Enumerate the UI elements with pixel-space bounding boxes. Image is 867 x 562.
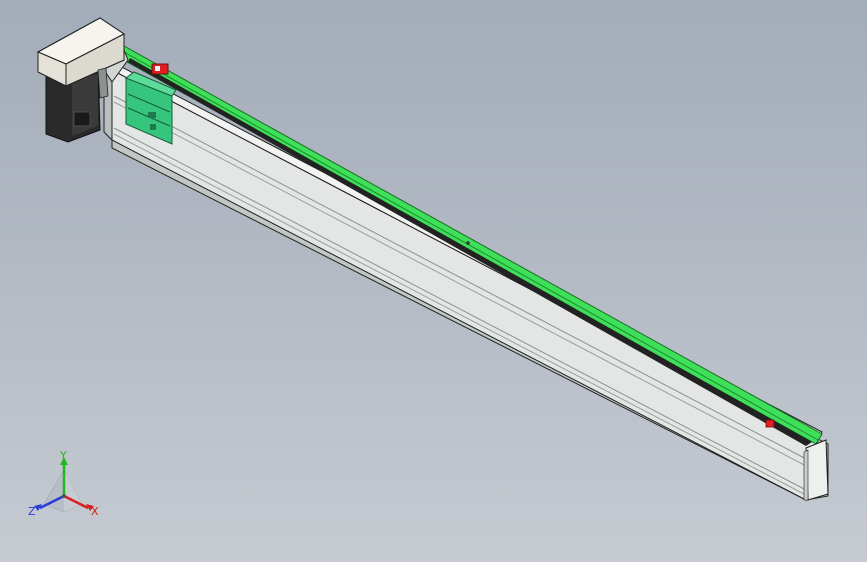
z-axis-label: Z	[28, 505, 36, 518]
coordinate-triad: Y X Z	[28, 449, 99, 518]
green-cover-strip[interactable]	[119, 45, 823, 446]
home-sensor[interactable]	[151, 63, 169, 75]
cad-viewport[interactable]: Y X Z	[0, 0, 867, 562]
linear-actuator-model[interactable]	[0, 0, 867, 562]
end-sensor[interactable]	[765, 419, 775, 428]
end-cap[interactable]	[803, 439, 829, 501]
x-axis-label: X	[91, 505, 99, 518]
y-axis-label: Y	[59, 449, 67, 462]
aluminum-profile[interactable]	[111, 61, 829, 501]
